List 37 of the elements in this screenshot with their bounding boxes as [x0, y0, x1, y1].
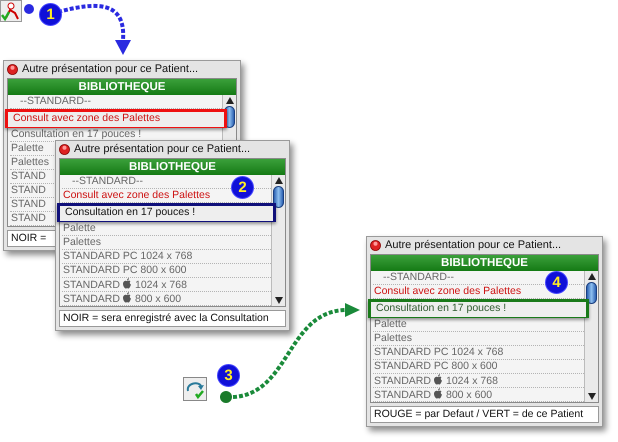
list-item[interactable]: Consultation en 17 pouces !: [57, 203, 276, 222]
list-header: BIBLIOTHEQUE: [371, 255, 598, 271]
apple-icon: [122, 292, 132, 303]
list-item[interactable]: STANDARD 1024 x 768: [373, 374, 584, 388]
list-item[interactable]: STANDARD 800 x 600: [373, 388, 584, 402]
list-item[interactable]: STANDARD 1024 x 768: [62, 278, 271, 292]
close-icon[interactable]: [59, 144, 70, 154]
close-icon[interactable]: [370, 240, 381, 250]
legend-text: NOIR = sera enregistré avec la Consultation: [59, 310, 286, 327]
up-arrow-icon[interactable]: [588, 273, 596, 280]
apple-icon: [434, 388, 443, 399]
scroll-thumb[interactable]: [586, 282, 597, 304]
step-badge: 3: [217, 364, 240, 387]
up-arrow-icon[interactable]: [274, 177, 282, 184]
apple-icon: [122, 278, 132, 289]
list-item[interactable]: STANDARD 800 x 600: [62, 292, 271, 306]
step-badge: 1: [39, 3, 62, 26]
window-title: Autre présentation pour ce Patient...: [385, 238, 562, 253]
connector-dot: [220, 391, 232, 403]
list-header: BIBLIOTHEQUE: [8, 79, 236, 95]
list-item[interactable]: Consultation en 17 pouces !: [368, 299, 589, 318]
window-title: Autre présentation pour ce Patient...: [22, 62, 198, 77]
doctor-icon[interactable]: [0, 0, 22, 22]
scroll-thumb[interactable]: [273, 186, 284, 208]
apple-icon: [434, 374, 443, 385]
legend-text: ROUGE = par Defaut / VERT = de ce Patient: [370, 406, 599, 423]
window-title: Autre présentation pour ce Patient...: [74, 142, 250, 157]
down-arrow-icon[interactable]: [588, 393, 596, 400]
down-arrow-icon[interactable]: [274, 297, 282, 304]
list-header: BIBLIOTHEQUE: [60, 159, 285, 175]
close-icon[interactable]: [7, 64, 18, 74]
list-item[interactable]: Consult avec zone des Palettes: [5, 109, 227, 128]
up-arrow-icon[interactable]: [226, 97, 234, 104]
connector-dot: [24, 4, 34, 14]
scrollbar[interactable]: [271, 175, 285, 306]
scrollbar[interactable]: [584, 271, 598, 402]
return-check-icon[interactable]: [183, 377, 207, 401]
